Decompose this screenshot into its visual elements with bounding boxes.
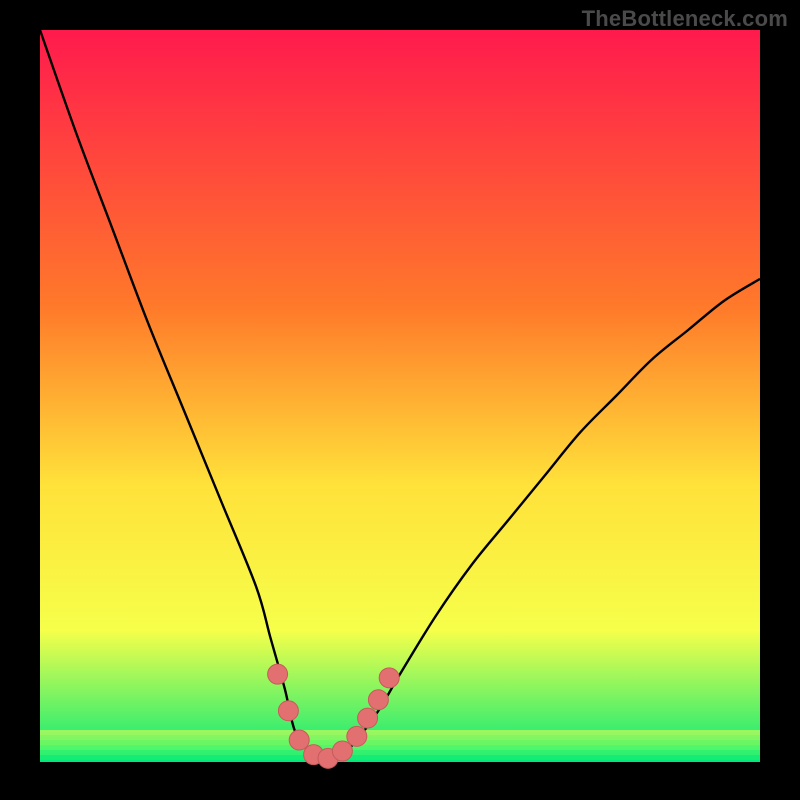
curve-marker [289,730,309,750]
curve-marker [347,726,367,746]
curve-marker [358,708,378,728]
chart-frame: TheBottleneck.com [0,0,800,800]
bottom-bands [40,730,760,760]
curve-marker [368,690,388,710]
plot-background [40,30,760,762]
watermark-text: TheBottleneck.com [582,6,788,32]
curve-marker [379,668,399,688]
bottleneck-chart [0,0,800,800]
curve-marker [268,664,288,684]
curve-marker [332,741,352,761]
curve-marker [278,701,298,721]
